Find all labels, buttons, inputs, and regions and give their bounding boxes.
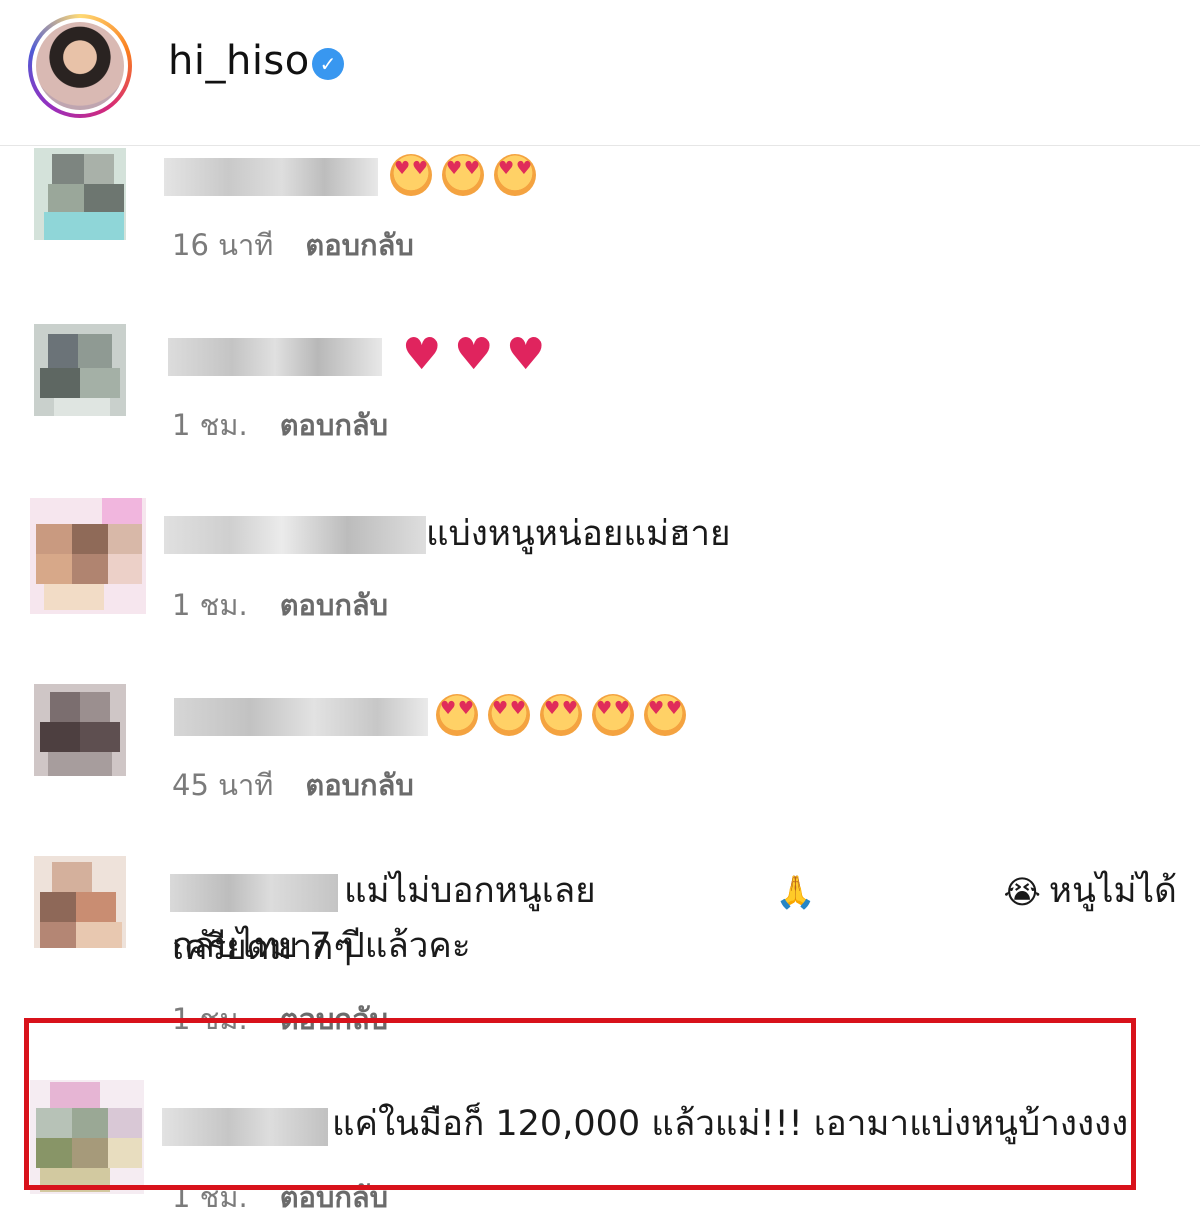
- red-heart-emoji-icon: ♥: [506, 329, 546, 380]
- profile-avatar[interactable]: [28, 14, 132, 118]
- comment-text-part1: แม่ไม่บอกหนูเลย: [344, 871, 596, 911]
- comment-time: 1 ชม.: [172, 588, 248, 622]
- comment-text: แบ่งหนูหน่อยแม่ฮาย: [426, 514, 731, 554]
- comment-time: 45 นาที: [172, 768, 274, 802]
- blurred-username: [164, 158, 378, 196]
- username[interactable]: hi_hiso: [168, 38, 310, 84]
- comment-emojis: ♥ ♥ ♥: [402, 329, 548, 380]
- comment-meta: 16 นาที ตอบกลับ: [172, 222, 414, 268]
- blurred-username: [168, 338, 382, 376]
- red-heart-emoji-icon: ♥: [402, 329, 442, 380]
- comment-emojis: [390, 154, 536, 196]
- commenter-avatar[interactable]: [30, 498, 146, 614]
- blurred-username: [164, 516, 426, 554]
- heart-eyes-emoji-icon: [494, 154, 536, 196]
- reply-button[interactable]: ตอบกลับ: [280, 408, 388, 442]
- blurred-username: [174, 698, 428, 736]
- verified-badge-icon: ✓: [312, 48, 344, 80]
- commenter-avatar[interactable]: [34, 324, 126, 416]
- heart-eyes-emoji-icon: [488, 694, 530, 736]
- comment-time: 1 ชม.: [172, 408, 248, 442]
- red-heart-emoji-icon: ♥: [454, 329, 494, 380]
- comment-meta: 45 นาที ตอบกลับ: [172, 762, 414, 808]
- comment-meta: 1 ชม. ตอบกลับ: [172, 582, 388, 628]
- highlight-box: [24, 1018, 1136, 1190]
- commenter-avatar[interactable]: [34, 684, 126, 776]
- heart-eyes-emoji-icon: [540, 694, 582, 736]
- reply-button[interactable]: ตอบกลับ: [305, 768, 413, 802]
- post-header: hi_hiso ✓: [0, 0, 1200, 146]
- commenter-avatar[interactable]: [34, 148, 126, 240]
- comment-emojis: [436, 694, 686, 736]
- heart-eyes-emoji-icon: [592, 694, 634, 736]
- reply-button[interactable]: ตอบกลับ: [280, 588, 388, 622]
- heart-eyes-emoji-icon: [390, 154, 432, 196]
- heart-eyes-emoji-icon: [436, 694, 478, 736]
- comment-meta: 1 ชม. ตอบกลับ: [172, 402, 388, 448]
- comment-text-line2: เครียดมากๆ: [172, 928, 353, 968]
- crying-face-emoji-icon: 😭: [1003, 873, 1041, 911]
- folded-hands-emoji-icon: 🙏: [775, 873, 816, 911]
- comment-time: 16 นาที: [172, 228, 274, 262]
- heart-eyes-emoji-icon: [442, 154, 484, 196]
- heart-eyes-emoji-icon: [644, 694, 686, 736]
- commenter-avatar[interactable]: [34, 856, 126, 948]
- profile-photo: [36, 22, 124, 110]
- reply-button[interactable]: ตอบกลับ: [305, 228, 413, 262]
